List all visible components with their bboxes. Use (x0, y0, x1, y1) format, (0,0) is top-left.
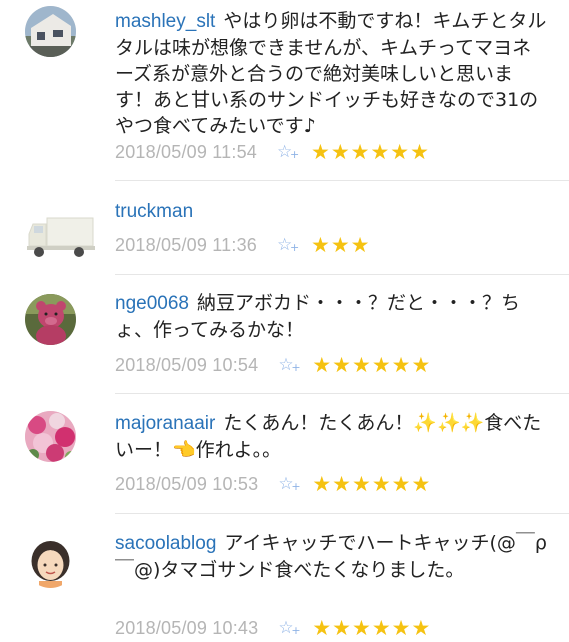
star-rating: ★★★★★★ (312, 472, 432, 496)
pink-bear-photo-icon (25, 294, 76, 345)
user-avatar[interactable] (25, 212, 97, 260)
username-link[interactable]: nge0068 (115, 293, 189, 314)
add-star-icon[interactable]: ☆ + (277, 234, 303, 256)
add-star-icon[interactable]: ☆ + (278, 473, 304, 495)
comment-body: truckman (115, 198, 549, 225)
divider (115, 513, 569, 514)
username-link[interactable]: sacoolablog (115, 533, 216, 554)
timestamp[interactable]: 2018/05/09 10:43 (115, 618, 258, 639)
comment-meta: 2018/05/09 10:53 ☆ + ★★★★★★ (115, 471, 431, 497)
divider (115, 393, 569, 394)
timestamp[interactable]: 2018/05/09 11:36 (115, 235, 257, 256)
truck-icon (27, 217, 95, 257)
star-rating: ★★★★★★ (312, 616, 432, 640)
divider (115, 180, 569, 181)
comment-meta: 2018/05/09 11:54 ☆ + ★★★★★★ (115, 139, 430, 165)
user-avatar[interactable] (25, 537, 76, 588)
star-rating: ★★★ (311, 233, 371, 257)
star-rating: ★★★★★★ (312, 353, 432, 377)
comment-body: sacoolablog アイキャッチでハートキャッチ(@￣ρ￣@)タマゴサンド食べ… (115, 530, 549, 583)
pink-flowers-photo-icon (25, 411, 76, 462)
star-rating: ★★★★★★ (311, 140, 430, 164)
username-link[interactable]: truckman (115, 201, 193, 222)
timestamp[interactable]: 2018/05/09 10:53 (115, 474, 258, 495)
timestamp[interactable]: 2018/05/09 10:54 (115, 355, 258, 376)
username-link[interactable]: majoranaair (115, 413, 215, 434)
woman-illustration-icon (25, 537, 76, 588)
add-star-icon[interactable]: ☆ + (277, 141, 303, 163)
comment-body: majoranaair たくあん！たくあん！✨✨✨食べたいー！👈作れよ。。 (115, 410, 549, 463)
user-avatar[interactable] (25, 294, 76, 345)
comment-meta: 2018/05/09 10:54 ☆ + ★★★★★★ (115, 352, 431, 378)
add-star-icon[interactable]: ☆ + (278, 354, 304, 376)
username-link[interactable]: mashley_slt (115, 11, 215, 32)
comment-body: mashley_slt やはり卵は不動ですね！キムチとタルタルは味が想像できません… (115, 8, 549, 139)
timestamp[interactable]: 2018/05/09 11:54 (115, 142, 257, 163)
comment-body: nge0068 納豆アボカド・・・？だと・・・？ちょ、作ってみるかな！ (115, 290, 549, 343)
user-avatar[interactable] (25, 411, 76, 462)
divider (115, 274, 569, 275)
comment-meta: 2018/05/09 10:43 ☆ + ★★★★★★ (115, 615, 431, 641)
house-photo-icon (25, 6, 76, 57)
user-avatar[interactable] (25, 6, 76, 57)
comment-meta: 2018/05/09 11:36 ☆ + ★★★ (115, 232, 370, 258)
add-star-icon[interactable]: ☆ + (278, 617, 304, 639)
